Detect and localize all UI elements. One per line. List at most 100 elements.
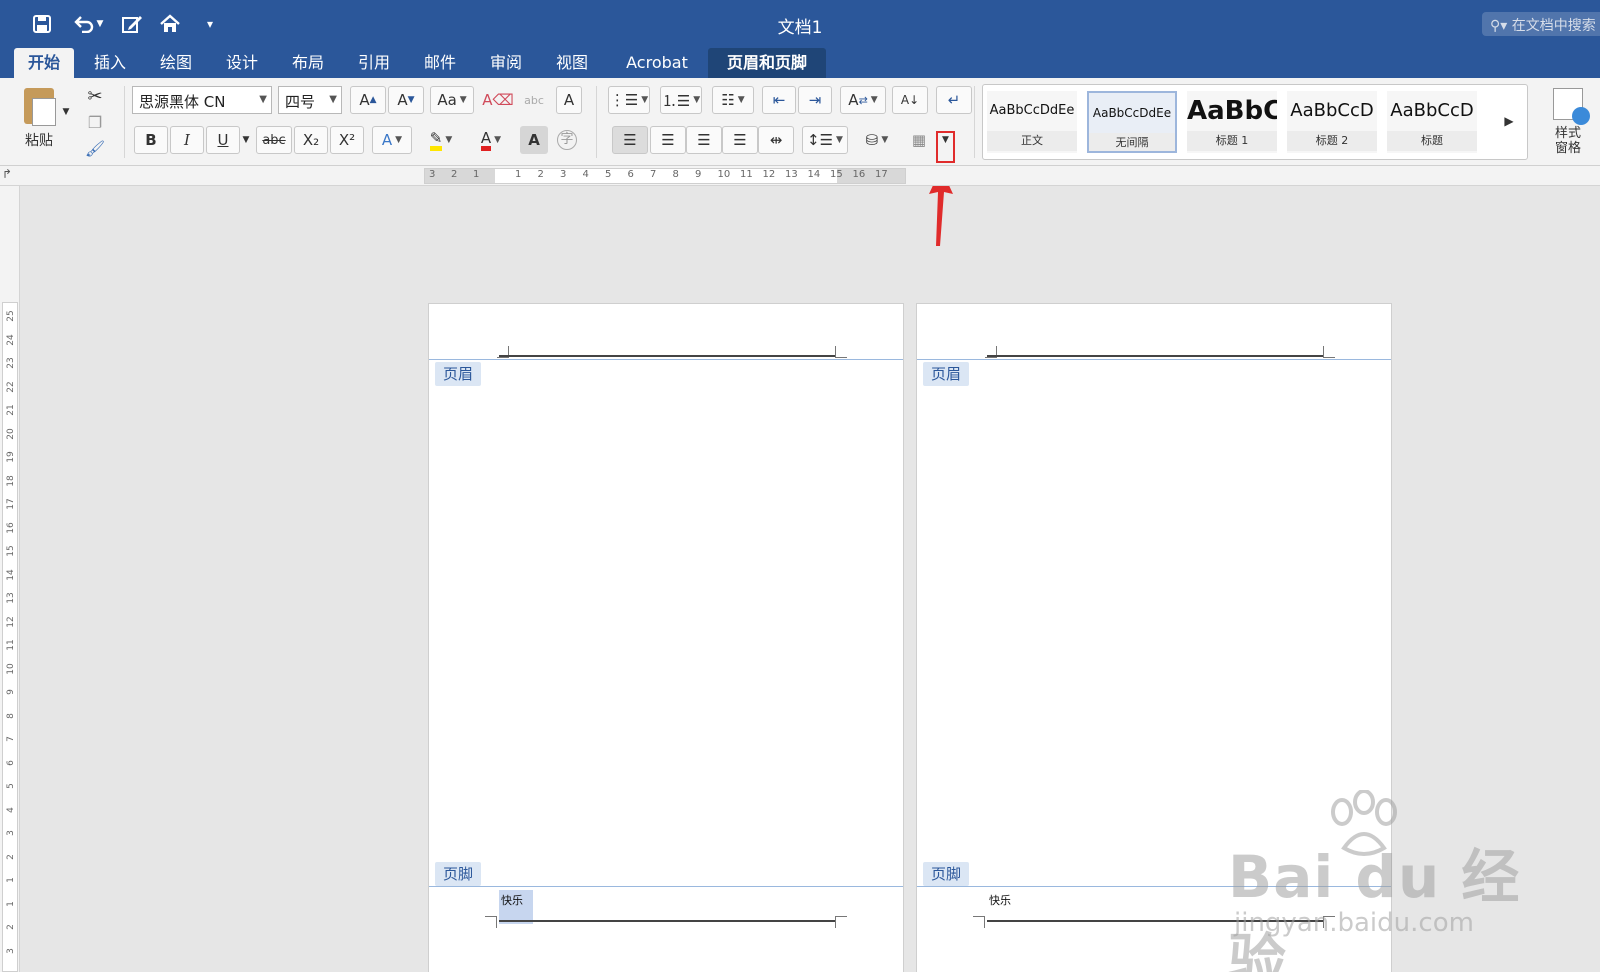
ruler-tick-label: 8 — [672, 169, 679, 180]
enclose-char-button[interactable]: 字 — [552, 126, 582, 154]
ruler-tick-label: 4 — [582, 169, 589, 180]
underline-button[interactable]: U — [206, 126, 240, 154]
ruler-tick-label: 1 — [473, 169, 480, 180]
styles-pane-button[interactable]: 样式 窗格 — [1540, 84, 1596, 164]
text-box-icon[interactable]: A — [556, 86, 582, 114]
tab-draw[interactable]: 绘图 — [148, 48, 204, 78]
bullets-button[interactable]: ⋮☰ ▼ — [608, 86, 650, 114]
tab-acrobat[interactable]: Acrobat — [612, 48, 702, 78]
font-color-button[interactable]: A ▼ — [468, 126, 514, 154]
increase-indent-icon[interactable]: ⇥ — [798, 86, 832, 114]
show-formatting-icon[interactable]: ↵ — [936, 86, 972, 114]
ruler-tick-label: 1 — [6, 877, 16, 883]
ruler-tick-label: 9 — [6, 689, 16, 695]
superscript-button[interactable]: X² — [330, 126, 364, 154]
ruler-tick-label: 10 — [6, 662, 16, 675]
ruler-tick-label: 19 — [6, 451, 16, 463]
borders-icon[interactable]: ▦ — [906, 126, 932, 154]
header-boundary — [917, 359, 1391, 360]
footer-boundary — [429, 886, 903, 887]
ruler-tick-label: 3 — [6, 947, 16, 954]
underline-options-chevron-icon[interactable]: ▼ — [240, 126, 252, 154]
crop-mark — [973, 916, 985, 928]
style-heading-1[interactable]: AaBbC 标题 1 — [1187, 91, 1277, 153]
font-size-select[interactable]: 四号 ▼ — [278, 86, 342, 114]
tab-mailings[interactable]: 邮件 — [412, 48, 468, 78]
chevron-down-icon: ▼ — [259, 94, 267, 105]
title-bar: ▼ ▾ 文档1 ⚲▾ 在文档中搜索 — [0, 0, 1600, 48]
page-1[interactable]: 页眉 页脚 快乐 — [428, 303, 904, 972]
distributed-icon[interactable]: ⇹ — [758, 126, 794, 154]
shading-button[interactable]: ⛁ ▼ — [856, 126, 898, 154]
tab-references[interactable]: 引用 — [346, 48, 402, 78]
ruler-tick-label: 1 — [6, 900, 16, 907]
cut-icon[interactable]: ✂ — [80, 82, 110, 110]
tab-insert[interactable]: 插入 — [82, 48, 138, 78]
paint-bucket-icon: ⛁ — [865, 131, 879, 149]
header-boundary — [429, 359, 903, 360]
ruler-tick-label: 18 — [6, 474, 16, 487]
paste-options-chevron-icon[interactable]: ▼ — [60, 98, 72, 126]
tab-home[interactable]: 开始 — [14, 48, 74, 78]
line-spacing-button[interactable]: ↕☰ ▼ — [802, 126, 848, 154]
footer-text[interactable]: 快乐 — [987, 890, 1013, 910]
text-effects-button[interactable]: A ▼ — [372, 126, 412, 154]
style-heading-2[interactable]: AaBbCcD 标题 2 — [1287, 91, 1377, 153]
ribbon-tabs: 开始 插入 绘图 设计 布局 引用 邮件 审阅 视图 Acrobat 页眉和页脚 — [0, 48, 1600, 78]
sort-icon[interactable]: A↓ — [892, 86, 928, 114]
header-rule — [987, 355, 1323, 357]
separator — [596, 86, 597, 158]
tab-header-footer[interactable]: 页眉和页脚 — [708, 48, 826, 78]
copy-icon[interactable]: ❐ — [80, 108, 110, 136]
ruler-tick-label: 7 — [650, 169, 657, 180]
ruler-tick-label: 8 — [6, 712, 16, 719]
shrink-font-button[interactable]: A ▼ — [388, 86, 424, 114]
ruler-tick-label: 16 — [6, 521, 16, 534]
horizontal-ruler[interactable]: 3 2 1 1 2 3 4 5 6 7 8 9 10 11 12 13 14 15 16 17 — [424, 168, 906, 184]
tab-selector-icon[interactable]: ↱ — [2, 167, 12, 181]
paste-button[interactable]: 粘贴 — [14, 84, 64, 160]
format-painter-icon[interactable]: 🖌 — [80, 134, 110, 162]
paste-icon — [24, 88, 56, 126]
italic-button[interactable]: I — [170, 126, 204, 154]
watermark-site: jingyan.baidu.com — [1234, 908, 1474, 938]
ruler-tick-label: 17 — [875, 169, 888, 180]
subscript-button[interactable]: X₂ — [294, 126, 328, 154]
char-shading-button[interactable]: A — [520, 126, 548, 154]
style-title[interactable]: AaBbCcD 标题 — [1387, 91, 1477, 153]
font-family-select[interactable]: 思源黑体 CN ▼ — [132, 86, 272, 114]
highlight-button[interactable]: ✎ ▼ — [418, 126, 464, 154]
align-left-icon[interactable]: ☰ — [612, 126, 648, 154]
vertical-ruler-strip[interactable]: 25 24 23 22 21 20 19 18 17 16 15 14 13 12 11 10 9 8 7 6 5 4 3 2… — [2, 302, 18, 972]
style-no-spacing[interactable]: AaBbCcDdEe 无间隔 — [1087, 91, 1177, 153]
footer-rule — [499, 920, 835, 922]
multilevel-list-button[interactable]: ☷ ▼ — [712, 86, 754, 114]
gallery-next-icon[interactable]: ▶ — [1499, 107, 1519, 135]
text-direction-button[interactable]: A ⇄ ▼ — [840, 86, 886, 114]
ruler-tick-label: 15 — [830, 169, 843, 180]
change-case-button[interactable]: Aa ▼ — [430, 86, 474, 114]
tab-view[interactable]: 视图 — [544, 48, 600, 78]
tab-design[interactable]: 设计 — [214, 48, 270, 78]
justify-icon[interactable]: ☰ — [722, 126, 758, 154]
numbering-button[interactable]: ⒈☰ ▼ — [660, 86, 702, 114]
bold-button[interactable]: B — [134, 126, 168, 154]
tab-layout[interactable]: 布局 — [280, 48, 336, 78]
grow-font-button[interactable]: A ▲ — [350, 86, 386, 114]
style-normal[interactable]: AaBbCcDdEe 正文 — [987, 91, 1077, 153]
ruler-tick-label: 3 — [6, 830, 16, 836]
footer-text[interactable]: 快乐 — [499, 890, 533, 924]
spelling-icon[interactable]: abc — [518, 86, 550, 114]
ruler-right-margin — [837, 169, 905, 183]
align-center-icon[interactable]: ☰ — [650, 126, 686, 154]
clear-format-icon[interactable]: A⌫ — [482, 86, 514, 114]
strikethrough-button[interactable]: abc — [256, 126, 292, 154]
search-input[interactable]: ⚲▾ 在文档中搜索 — [1482, 12, 1600, 36]
ruler-tick-label: 21 — [6, 404, 16, 416]
tab-review[interactable]: 审阅 — [478, 48, 534, 78]
ruler-tick-label: 23 — [6, 357, 16, 369]
align-right-icon[interactable]: ☰ — [686, 126, 722, 154]
highlight-box — [936, 131, 955, 163]
ruler-tick-label: 17 — [6, 498, 16, 510]
decrease-indent-icon[interactable]: ⇤ — [762, 86, 796, 114]
